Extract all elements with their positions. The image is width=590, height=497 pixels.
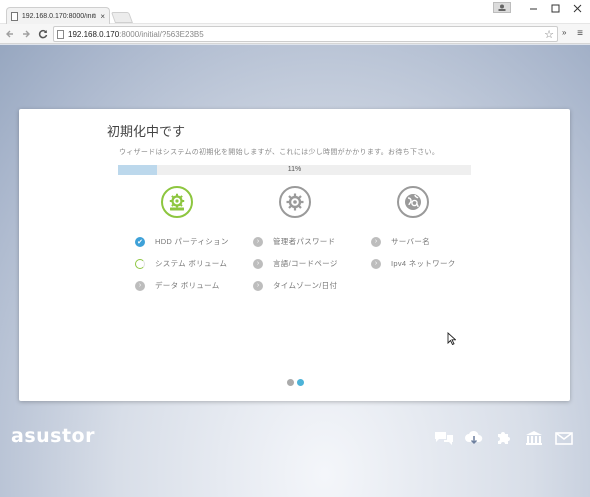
- step-hdd-partition: ✔ HDD パーティション: [135, 236, 229, 247]
- maximize-button[interactable]: [545, 0, 565, 16]
- browser-menu-button[interactable]: ≡: [574, 27, 586, 39]
- profile-icon: [498, 4, 506, 11]
- forward-button[interactable]: [19, 27, 33, 41]
- step-system-volume: システム ボリューム: [135, 258, 227, 269]
- footer-toolbar: [434, 430, 574, 446]
- network-globe-icon: [397, 186, 429, 218]
- step-label: 管理者パスワード: [273, 237, 336, 246]
- reload-button[interactable]: [36, 27, 50, 41]
- bookmark-star-icon[interactable]: ☆: [544, 28, 554, 41]
- asustor-logo: asustor: [11, 425, 95, 447]
- window-close-button[interactable]: [567, 0, 587, 16]
- chevron-right-icon: ›: [135, 280, 145, 291]
- chevron-right-icon: ›: [253, 258, 263, 269]
- spinner-icon: [135, 258, 145, 269]
- browser-titlebar: 192.168.0.170:8000/initial ×: [0, 0, 590, 24]
- dialog-description: ウィザードはシステムの初期化を開始しますが、これには少し時間がかかります。お待ち…: [119, 149, 440, 156]
- profile-button[interactable]: [493, 2, 511, 13]
- step-label: データ ボリューム: [155, 281, 220, 290]
- gear-icon: [286, 193, 304, 211]
- page-icon: [57, 29, 64, 39]
- step-label: 言語/コードページ: [273, 259, 338, 268]
- chevron-right-icon: ›: [371, 258, 381, 269]
- storage-gear-icon: [161, 186, 193, 218]
- step-ipv4-network: › Ipv4 ネットワーク: [371, 258, 456, 269]
- step-label: サーバー名: [391, 237, 430, 246]
- puzzle-icon[interactable]: [494, 430, 514, 446]
- back-button[interactable]: [3, 27, 17, 41]
- arrow-right-icon: [23, 30, 30, 38]
- dialog-title: 初期化中です: [107, 124, 186, 139]
- maximize-icon: [551, 4, 559, 12]
- url-path: :8000/initial/?563E23B5: [119, 29, 204, 39]
- globe-gear-icon: [405, 194, 421, 210]
- progress-label: 11%: [287, 166, 302, 173]
- browser-tab[interactable]: 192.168.0.170:8000/initial ×: [6, 7, 110, 24]
- step-admin-password: › 管理者パスワード: [253, 236, 335, 247]
- step-data-volume: › データ ボリューム: [135, 280, 220, 291]
- step-label: タイムゾーン/日付: [273, 281, 338, 290]
- new-tab-button[interactable]: [110, 12, 134, 23]
- check-icon: ✔: [135, 236, 145, 247]
- progress-bar: 11%: [118, 165, 471, 175]
- initialization-dialog: 初期化中です ウィザードはシステムの初期化を開始しますが、これには少し時間がかか…: [19, 109, 570, 401]
- chevron-right-icon: ›: [253, 236, 263, 247]
- chevron-right-icon: ›: [371, 236, 381, 247]
- arrow-left-icon: [6, 30, 13, 38]
- reload-icon: [38, 29, 48, 39]
- system-gear-icon: [279, 186, 311, 218]
- browser-toolbar: 192.168.0.170:8000/initial/?563E23B5 ☆ »…: [0, 24, 590, 44]
- cloud-download-icon[interactable]: [464, 430, 484, 446]
- step-server-name: › サーバー名: [371, 236, 430, 247]
- page-indicator: [287, 379, 304, 386]
- page-dot-active[interactable]: [297, 379, 304, 386]
- chat-icon[interactable]: [434, 430, 454, 446]
- page-dot[interactable]: [287, 379, 294, 386]
- bank-icon[interactable]: [524, 430, 544, 446]
- gear-hdd-icon: [169, 193, 185, 211]
- minimize-button[interactable]: [523, 0, 543, 16]
- page-icon: [11, 11, 18, 21]
- step-label: Ipv4 ネットワーク: [391, 259, 456, 268]
- url-text[interactable]: 192.168.0.170:8000/initial/?563E23B5: [68, 30, 204, 39]
- tab-title: 192.168.0.170:8000/initial: [21, 12, 97, 20]
- url-host: 192.168.0.170: [68, 29, 120, 39]
- extensions-overflow-button[interactable]: »: [562, 28, 566, 37]
- step-language-codepage: › 言語/コードページ: [253, 258, 338, 269]
- step-label: HDD パーティション: [155, 237, 229, 246]
- address-bar[interactable]: 192.168.0.170:8000/initial/?563E23B5 ☆: [53, 26, 558, 42]
- mouse-cursor-icon: [447, 332, 456, 345]
- minimize-icon: [529, 8, 537, 9]
- tab-close-icon[interactable]: ×: [100, 12, 105, 21]
- step-timezone-date: › タイムゾーン/日付: [253, 280, 337, 291]
- close-icon: [573, 4, 581, 12]
- step-label: システム ボリューム: [155, 259, 228, 268]
- mail-icon[interactable]: [554, 430, 574, 446]
- chevron-right-icon: ›: [253, 280, 263, 291]
